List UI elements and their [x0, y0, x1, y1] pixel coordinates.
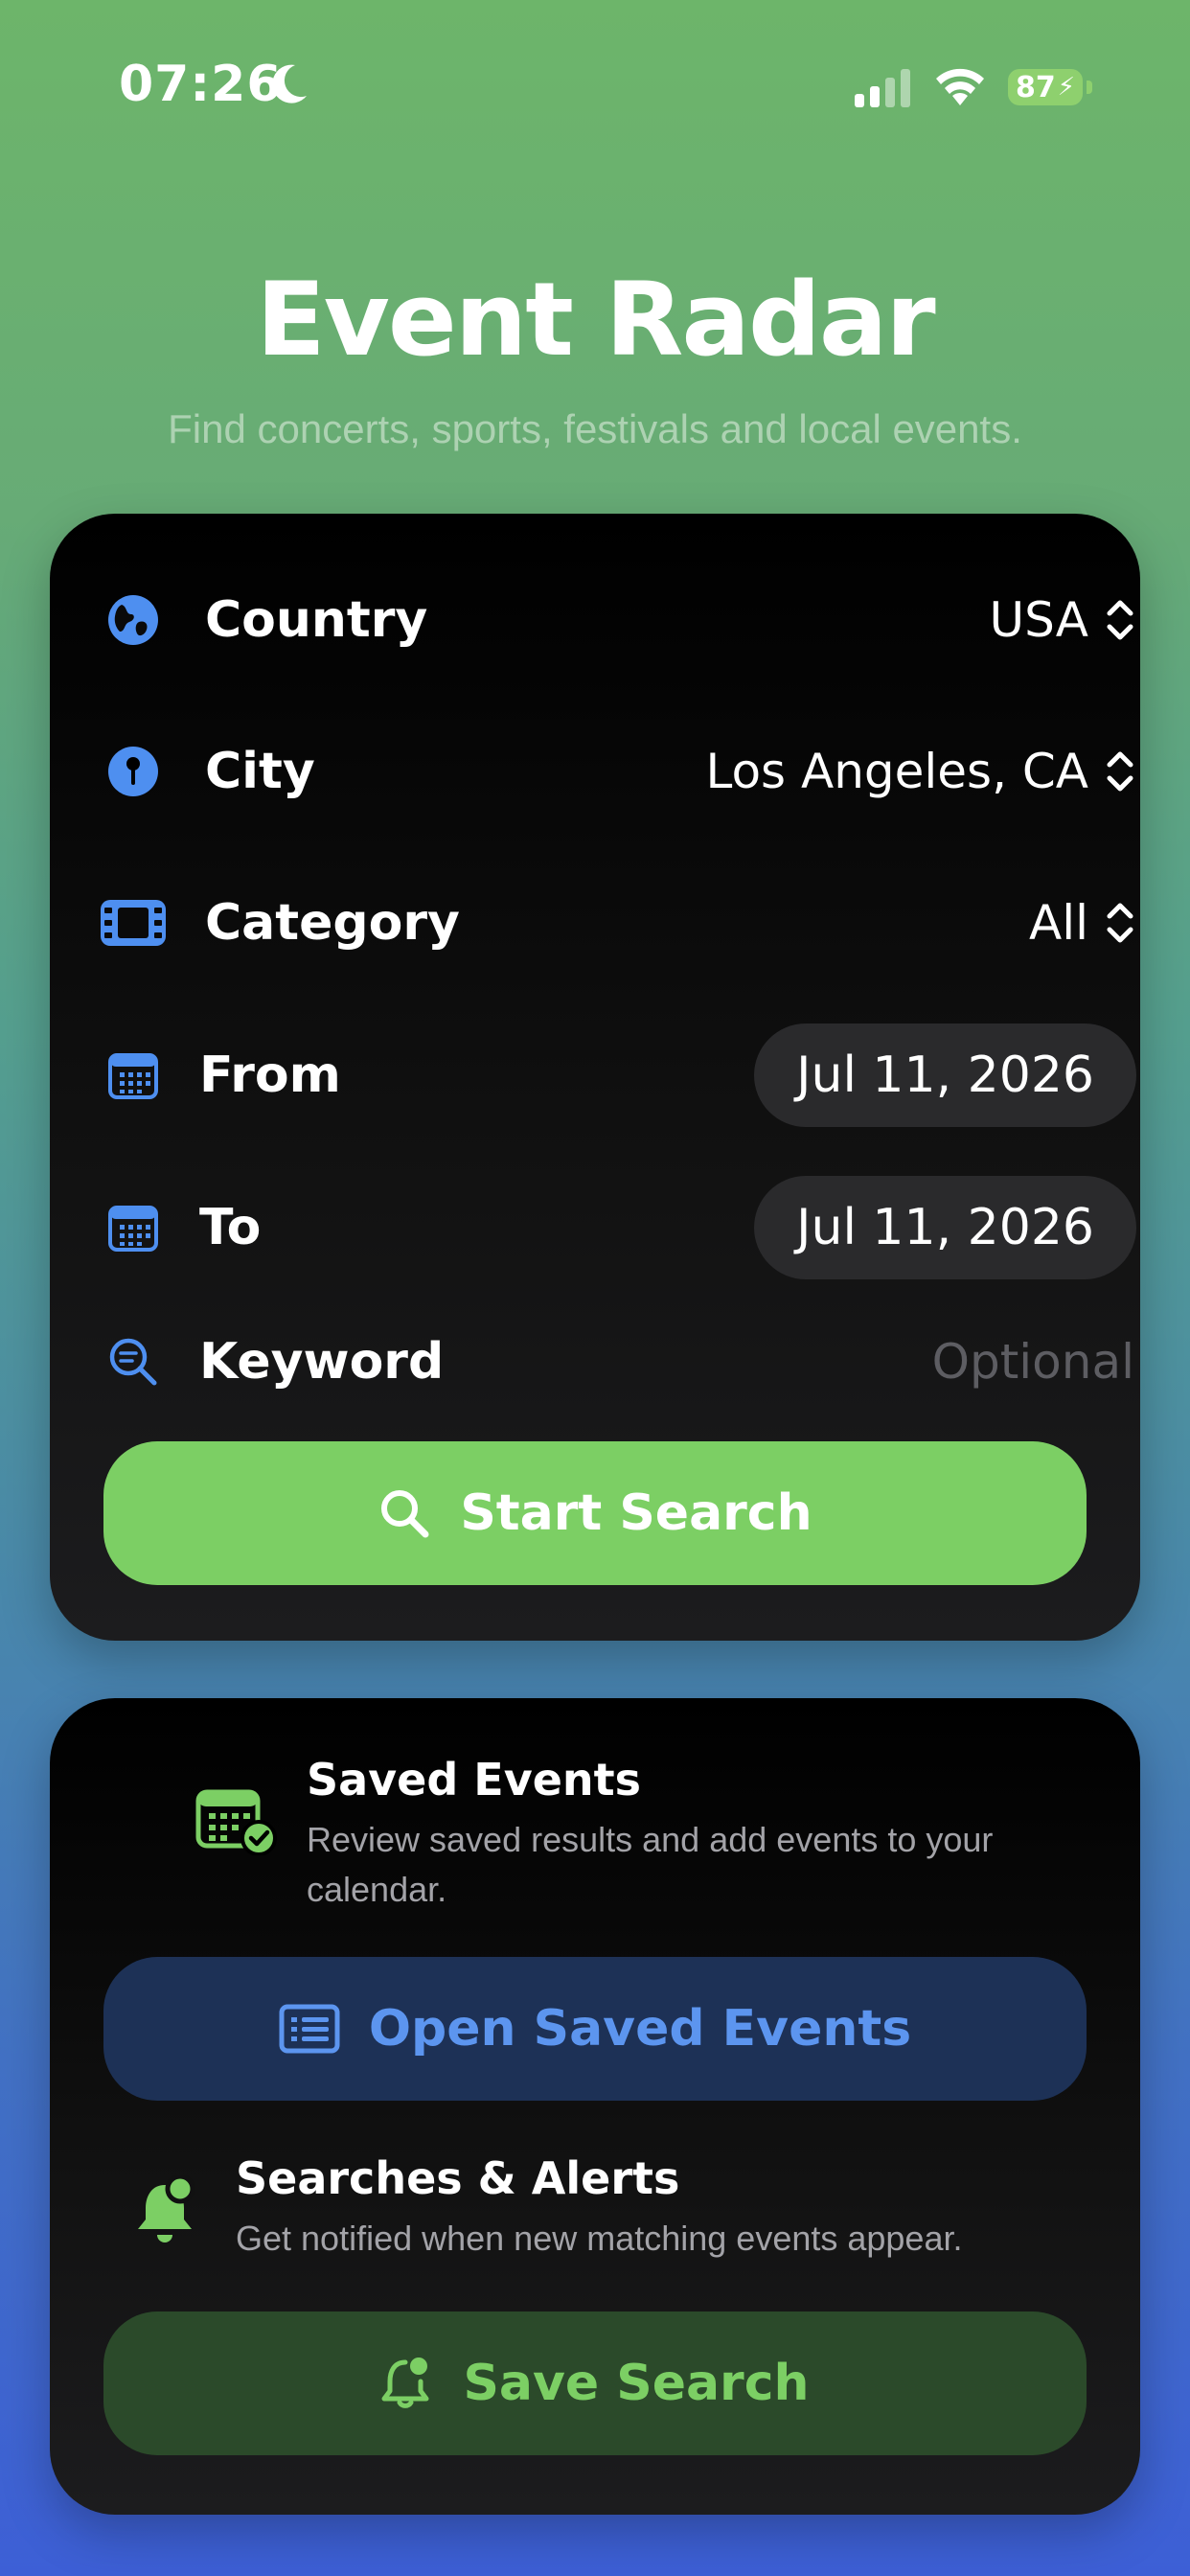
calendar-icon	[100, 1042, 167, 1109]
film-icon	[100, 889, 167, 956]
to-row: To Jul 11, 2026	[100, 1175, 1136, 1280]
status-time: 07:26	[119, 56, 283, 113]
from-date-picker[interactable]: Jul 11, 2026	[754, 1024, 1136, 1127]
category-value: All	[1029, 895, 1088, 951]
pin-icon	[100, 738, 167, 805]
chevron-updown-icon	[1107, 751, 1133, 792]
saved-events-section: Saved Events Review saved results and ad…	[195, 1754, 1096, 1915]
app-subtitle: Find concerts, sports, festivals and loc…	[168, 406, 1022, 451]
bell-badge-icon	[381, 2358, 429, 2408]
open-saved-events-button[interactable]: Open Saved Events	[103, 1957, 1087, 2101]
save-search-button[interactable]: Save Search	[103, 2312, 1087, 2455]
keyword-label: Keyword	[199, 1333, 445, 1391]
chevron-updown-icon	[1107, 600, 1133, 640]
country-label: Country	[205, 591, 428, 649]
moon-icon	[272, 64, 307, 104]
saved-card: Saved Events Review saved results and ad…	[50, 1698, 1140, 2515]
city-row[interactable]: City Los Angeles, CA	[100, 719, 1136, 824]
status-bar: 07:26 87 ⚡	[0, 0, 1190, 172]
city-value: Los Angeles, CA	[705, 744, 1088, 799]
magnifier-text-icon	[100, 1328, 167, 1395]
category-row[interactable]: Category All	[100, 870, 1136, 976]
to-date-picker[interactable]: Jul 11, 2026	[754, 1176, 1136, 1279]
calendar-icon	[100, 1194, 167, 1261]
city-select[interactable]: Los Angeles, CA	[705, 744, 1136, 799]
start-search-button[interactable]: Start Search	[103, 1441, 1087, 1585]
saved-events-title: Saved Events	[307, 1754, 642, 1806]
open-saved-events-label: Open Saved Events	[368, 2000, 912, 2058]
saved-events-description: Review saved results and add events to y…	[307, 1820, 994, 1909]
country-row[interactable]: Country USA	[100, 567, 1136, 673]
search-card: Country USA City Los Angeles, CA Categor…	[50, 514, 1140, 1641]
category-select[interactable]: All	[1029, 895, 1136, 951]
city-label: City	[205, 743, 315, 800]
alerts-title: Searches & Alerts	[236, 2152, 680, 2204]
from-label: From	[199, 1046, 341, 1104]
from-row: From Jul 11, 2026	[100, 1023, 1136, 1128]
battery-icon: 87 ⚡	[1008, 69, 1083, 105]
alerts-description: Get notified when new matching events ap…	[236, 2219, 963, 2258]
country-select[interactable]: USA	[990, 592, 1136, 648]
country-value: USA	[989, 592, 1088, 648]
list-icon	[279, 2004, 340, 2054]
start-search-label: Start Search	[460, 1484, 812, 1542]
wifi-icon	[936, 68, 984, 105]
save-search-label: Save Search	[463, 2355, 810, 2412]
keyword-input[interactable]	[653, 1333, 1136, 1391]
chevron-updown-icon	[1107, 903, 1133, 943]
calendar-check-icon	[195, 1789, 277, 1855]
battery-level: 87	[1015, 70, 1056, 104]
signal-icon	[855, 69, 910, 107]
battery-cap	[1087, 80, 1092, 94]
to-label: To	[199, 1199, 262, 1256]
bell-badge-icon	[138, 2175, 195, 2242]
alerts-section: Searches & Alerts Get notified when new …	[130, 2152, 1108, 2264]
globe-icon	[100, 586, 167, 654]
search-icon	[381, 1490, 429, 1538]
app-title: Event Radar	[256, 261, 935, 379]
keyword-row: Keyword	[100, 1309, 1136, 1414]
category-label: Category	[205, 894, 460, 952]
